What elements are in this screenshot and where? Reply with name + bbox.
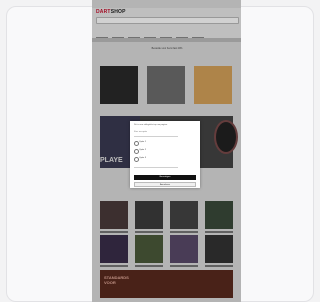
cancel-button[interactable]: Annuleren <box>134 182 196 187</box>
radio-label: Optie 1 <box>139 141 147 143</box>
consent-modal: Dit is een uitlegtekst op uw pagina Kies… <box>130 121 200 188</box>
divider <box>134 136 178 137</box>
modal-subtitle: Kies uw optie <box>134 131 148 133</box>
radio-label: Optie 3 <box>139 157 147 159</box>
modal-title: Dit is een uitlegtekst op uw pagina <box>134 124 168 126</box>
confirm-button[interactable]: Bevestigen <box>134 175 196 180</box>
phone-screenshot: DARTSHOP Bestelde voor Kerst fast 20% PL… <box>92 0 241 302</box>
radio-label: Optie 2 <box>139 149 147 151</box>
divider <box>134 167 178 168</box>
